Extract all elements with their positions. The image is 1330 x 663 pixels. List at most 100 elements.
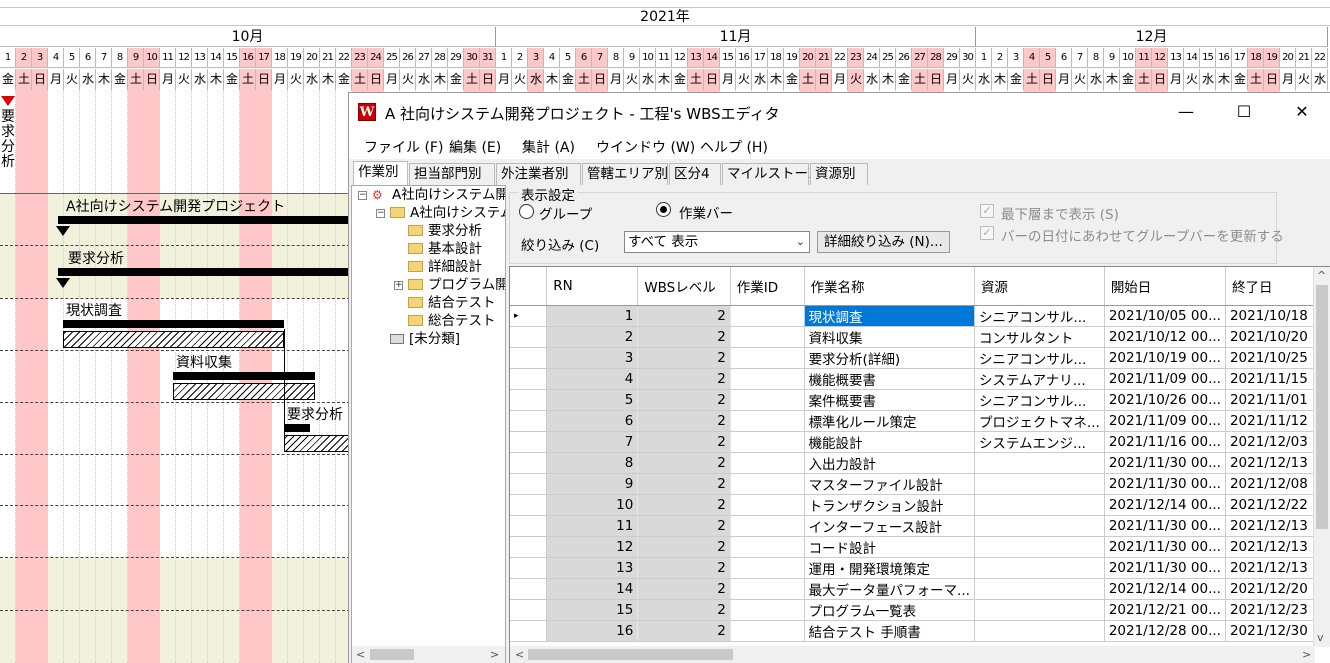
cell-resource[interactable] (974, 620, 1105, 642)
row-header[interactable] (510, 599, 548, 621)
menu-aggregate[interactable]: 集計 (A) (522, 137, 575, 157)
row-header[interactable] (510, 452, 548, 474)
cell-resource[interactable]: プロジェクトマネ... (974, 410, 1105, 432)
cell-task-name[interactable]: 機能設計 (804, 431, 975, 453)
table-row[interactable]: 2 2 資料収集 コンサルタント 2021/10/12 00... 2021/10/20 … (510, 326, 1330, 348)
tab-category4[interactable]: 区分4 (669, 163, 721, 185)
tab-by-vendor[interactable]: 外注業者別 (496, 163, 581, 185)
grid-vscroll-thumb[interactable] (1316, 285, 1328, 529)
task-bar[interactable] (63, 331, 284, 348)
grid-horizontal-scrollbar[interactable]: < > (510, 646, 1315, 663)
cell-wbs-level[interactable]: 2 (637, 515, 731, 537)
cell-rn[interactable]: 12 (546, 536, 639, 558)
cell-wbs-level[interactable]: 2 (637, 452, 731, 474)
row-header[interactable] (510, 410, 548, 432)
tree-collapse-icon[interactable]: − (376, 209, 385, 218)
cell-task-name[interactable]: 結合テスト 手順書 (804, 620, 975, 642)
cell-rn[interactable]: 11 (546, 515, 639, 537)
scroll-left-icon[interactable]: < (356, 648, 365, 661)
cell-resource[interactable] (974, 473, 1105, 495)
column-header-wbs-level[interactable]: WBSレベル (637, 267, 731, 306)
radio-group[interactable] (519, 204, 534, 219)
cell-task-name[interactable]: 案件概要書 (804, 389, 975, 411)
cell-start-date[interactable]: 2021/11/09 00... (1104, 368, 1226, 390)
tab-by-department[interactable]: 担当部門別 (409, 163, 495, 185)
wbs-tree[interactable]: − ⚙ A社向けシステム開 − A社向けシステム 要求分析 基本設計 詳細設計 +… (351, 185, 506, 663)
row-header[interactable] (510, 557, 548, 579)
cell-resource[interactable]: システムエンジ... (974, 431, 1105, 453)
task-grid[interactable]: RN WBSレベル 作業ID 作業名称 資源 開始日 終了日 ▸ 1 2 現状調査 シニ… (509, 266, 1330, 663)
cell-start-date[interactable]: 2021/11/30 00... (1104, 557, 1226, 579)
cell-wbs-level[interactable]: 2 (637, 620, 731, 642)
menu-help[interactable]: ヘルプ (H) (700, 137, 768, 157)
tree-item[interactable]: 結合テスト (408, 294, 496, 312)
group-bar[interactable] (58, 216, 350, 224)
cell-wbs-level[interactable]: 2 (637, 494, 731, 516)
tree-expand-icon[interactable]: + (394, 281, 403, 290)
cell-task-name[interactable]: 現状調査 (804, 305, 975, 327)
tree-item-root[interactable]: ⚙ A社向けシステム開 (372, 186, 505, 204)
cell-start-date[interactable]: 2021/11/16 00... (1104, 431, 1226, 453)
checkbox-update-group[interactable]: ✓ (980, 226, 994, 240)
checkbox-lowest-level[interactable]: ✓ (980, 204, 994, 218)
grid-hscroll-thumb[interactable] (528, 649, 733, 660)
cell-resource[interactable] (974, 494, 1105, 516)
cell-resource[interactable]: システムアナリ... (974, 368, 1105, 390)
maximize-button[interactable]: ☐ (1215, 93, 1273, 131)
tree-item[interactable]: 基本設計 (408, 240, 482, 258)
cell-rn[interactable]: 14 (546, 578, 639, 600)
close-button[interactable]: ✕ (1273, 93, 1330, 131)
column-header-task-name[interactable]: 作業名称 (804, 267, 975, 306)
cell-task-id[interactable] (730, 473, 805, 495)
cell-start-date[interactable]: 2021/10/19 00... (1104, 347, 1226, 369)
cell-wbs-level[interactable]: 2 (637, 305, 731, 327)
table-row[interactable]: 13 2 運用・開発環境策定 2021/11/30 00... 2021/12/13 .… (510, 557, 1330, 579)
group-bar[interactable] (58, 268, 350, 276)
cell-start-date[interactable]: 2021/11/30 00... (1104, 536, 1226, 558)
filter-select[interactable]: すべて 表示 ⌄ (624, 231, 810, 253)
table-row[interactable]: 9 2 マスターファイル設計 2021/11/30 00... 2021/12/08 .… (510, 473, 1330, 495)
cell-rn[interactable]: 10 (546, 494, 639, 516)
cell-task-name[interactable]: コード設計 (804, 536, 975, 558)
table-row[interactable]: 11 2 インターフェース設計 2021/11/30 00... 2021/12/13 … (510, 515, 1330, 537)
grid-vertical-scrollbar[interactable]: ^ v (1313, 267, 1330, 647)
tree-item[interactable]: 詳細設計 (408, 258, 482, 276)
cell-task-name[interactable]: インターフェース設計 (804, 515, 975, 537)
cell-wbs-level[interactable]: 2 (637, 578, 731, 600)
cell-resource[interactable] (974, 557, 1105, 579)
cell-rn[interactable]: 4 (546, 368, 639, 390)
minimize-button[interactable]: — (1157, 93, 1215, 131)
cell-resource[interactable] (974, 515, 1105, 537)
column-header-start-date[interactable]: 開始日 (1104, 267, 1226, 306)
cell-start-date[interactable]: 2021/12/28 00... (1104, 620, 1226, 642)
cell-resource[interactable] (974, 599, 1105, 621)
cell-start-date[interactable]: 2021/10/26 00... (1104, 389, 1226, 411)
scroll-right-icon[interactable]: > (490, 648, 499, 661)
cell-start-date[interactable]: 2021/11/30 00... (1104, 515, 1226, 537)
cell-rn[interactable]: 2 (546, 326, 639, 348)
detail-filter-button[interactable]: 詳細絞り込み (N)... (817, 231, 950, 253)
row-header[interactable] (510, 389, 548, 411)
tab-by-task[interactable]: 作業別 (353, 161, 408, 186)
cell-rn[interactable]: 6 (546, 410, 639, 432)
cell-wbs-level[interactable]: 2 (637, 536, 731, 558)
cell-rn[interactable]: 13 (546, 557, 639, 579)
cell-wbs-level[interactable]: 2 (637, 389, 731, 411)
cell-resource[interactable] (974, 536, 1105, 558)
cell-start-date[interactable]: 2021/12/21 00... (1104, 599, 1226, 621)
tree-horizontal-scrollbar[interactable]: < > (352, 646, 505, 663)
column-header-resource[interactable]: 資源 (974, 267, 1105, 306)
column-header-task-id[interactable]: 作業ID (730, 267, 805, 306)
cell-task-name[interactable]: 標準化ルール策定 (804, 410, 975, 432)
progress-bar[interactable] (63, 320, 284, 328)
cell-wbs-level[interactable]: 2 (637, 473, 731, 495)
cell-task-name[interactable]: トランザクション設計 (804, 494, 975, 516)
cell-task-name[interactable]: プログラム一覧表 (804, 599, 975, 621)
cell-rn[interactable]: 5 (546, 389, 639, 411)
table-row[interactable]: 12 2 コード設計 2021/11/30 00... 2021/12/13 ... (510, 536, 1330, 558)
scroll-down-icon[interactable]: v (1317, 631, 1324, 644)
cell-resource[interactable]: コンサルタント (974, 326, 1105, 348)
cell-start-date[interactable]: 2021/10/12 00... (1104, 326, 1226, 348)
cell-resource[interactable]: シニアコンサル... (974, 305, 1105, 327)
cell-wbs-level[interactable]: 2 (637, 599, 731, 621)
